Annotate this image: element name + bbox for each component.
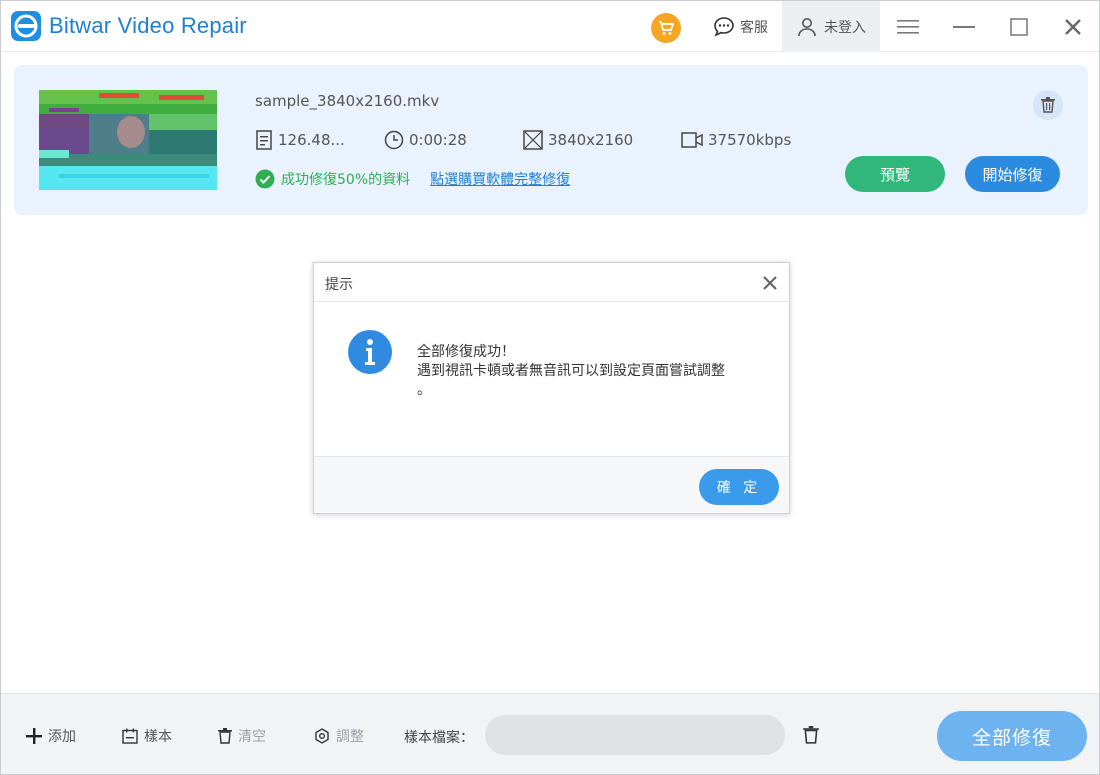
file-bitrate: 37570kbps xyxy=(681,130,791,150)
sample-file-field[interactable] xyxy=(485,715,785,755)
cart-button[interactable] xyxy=(651,13,681,43)
check-circle-icon xyxy=(255,169,275,189)
status-text: 成功修復50%的資料 xyxy=(281,172,411,188)
adjust-button[interactable]: 調整 xyxy=(314,726,364,746)
resolution-icon xyxy=(523,130,543,150)
clock-icon xyxy=(384,130,404,150)
dialog-close-icon[interactable] xyxy=(761,274,779,292)
maximize-icon xyxy=(1010,18,1028,36)
menu-button[interactable] xyxy=(897,16,919,38)
trash-icon[interactable] xyxy=(802,726,820,744)
trash-icon xyxy=(218,728,232,744)
delete-file-button[interactable] xyxy=(1033,90,1063,120)
sample-label: 樣本 xyxy=(144,729,172,745)
login-label: 未登入 xyxy=(824,19,866,36)
sample-file-label: 樣本檔案： xyxy=(404,730,474,746)
support-label: 客服 xyxy=(740,20,768,36)
document-icon xyxy=(256,130,272,150)
confirm-button[interactable]: 確 定 xyxy=(699,469,779,505)
sample-button[interactable]: 樣本 xyxy=(122,726,172,746)
file-resolution: 3840x2160 xyxy=(523,130,633,150)
app-window: Bitwar Video Repair 客服 未登入 sample_3840x2… xyxy=(0,0,1100,775)
bottom-toolbar: 添加 樣本 清空 調整 樣本檔案： 全部修復 xyxy=(1,693,1099,774)
notice-dialog: 提示 全部修復成功！ 遇到視訊卡頓或者無音訊可以到設定頁面嘗試調整 。 確 定 xyxy=(313,262,790,514)
chat-icon xyxy=(714,17,734,37)
plus-icon xyxy=(26,728,42,744)
add-button[interactable]: 添加 xyxy=(26,726,76,746)
support-button[interactable]: 客服 xyxy=(712,15,768,39)
maximize-button[interactable] xyxy=(1008,16,1030,38)
dialog-message-line2: 遇到視訊卡頓或者無音訊可以到設定頁面嘗試調整 xyxy=(417,363,725,379)
dialog-header: 提示 xyxy=(314,263,789,302)
adjust-label: 調整 xyxy=(336,729,364,745)
cart-icon xyxy=(659,21,674,35)
file-card: sample_3840x2160.mkv 126.48... 0:00:28 3… xyxy=(14,65,1088,215)
dialog-message-line3: 。 xyxy=(417,382,431,398)
add-label: 添加 xyxy=(48,729,76,745)
close-icon xyxy=(1065,19,1081,35)
info-icon xyxy=(348,330,392,374)
video-thumbnail xyxy=(39,90,217,190)
clear-label: 清空 xyxy=(238,729,266,745)
preview-button[interactable]: 預覽 xyxy=(845,156,945,192)
repair-all-button[interactable]: 全部修復 xyxy=(937,711,1087,761)
settings-icon xyxy=(315,728,329,744)
file-name: sample_3840x2160.mkv xyxy=(255,92,440,110)
minimize-icon xyxy=(953,26,975,28)
minimize-button[interactable] xyxy=(953,16,975,38)
file-size: 126.48... xyxy=(255,130,345,150)
dialog-title: 提示 xyxy=(325,277,353,293)
trash-icon xyxy=(1041,97,1055,113)
video-camera-icon xyxy=(681,132,703,148)
title-bar: Bitwar Video Repair 客服 未登入 xyxy=(1,1,1099,52)
file-size-value: 126.48... xyxy=(278,131,345,149)
hamburger-menu-icon xyxy=(897,20,919,34)
duration-value: 0:00:28 xyxy=(409,131,467,149)
user-icon xyxy=(798,17,816,36)
login-button[interactable]: 未登入 xyxy=(782,1,880,52)
app-title: Bitwar Video Repair xyxy=(49,13,247,38)
dialog-message: 全部修復成功！ 遇到視訊卡頓或者無音訊可以到設定頁面嘗試調整 。 xyxy=(417,343,757,400)
calendar-icon xyxy=(122,728,138,744)
buy-full-repair-link[interactable]: 點選購買軟體完整修復 xyxy=(430,169,570,189)
repair-status: 成功修復50%的資料 點選購買軟體完整修復 xyxy=(255,169,570,189)
start-repair-button[interactable]: 開始修復 xyxy=(965,156,1060,192)
bitrate-value: 37570kbps xyxy=(708,131,792,149)
dialog-message-line1: 全部修復成功！ xyxy=(417,344,515,360)
resolution-value: 3840x2160 xyxy=(548,131,634,149)
dialog-footer: 確 定 xyxy=(314,456,789,513)
app-logo-icon xyxy=(11,11,41,41)
clear-button[interactable]: 清空 xyxy=(218,726,266,746)
file-duration: 0:00:28 xyxy=(384,130,467,150)
close-window-button[interactable] xyxy=(1062,16,1084,38)
